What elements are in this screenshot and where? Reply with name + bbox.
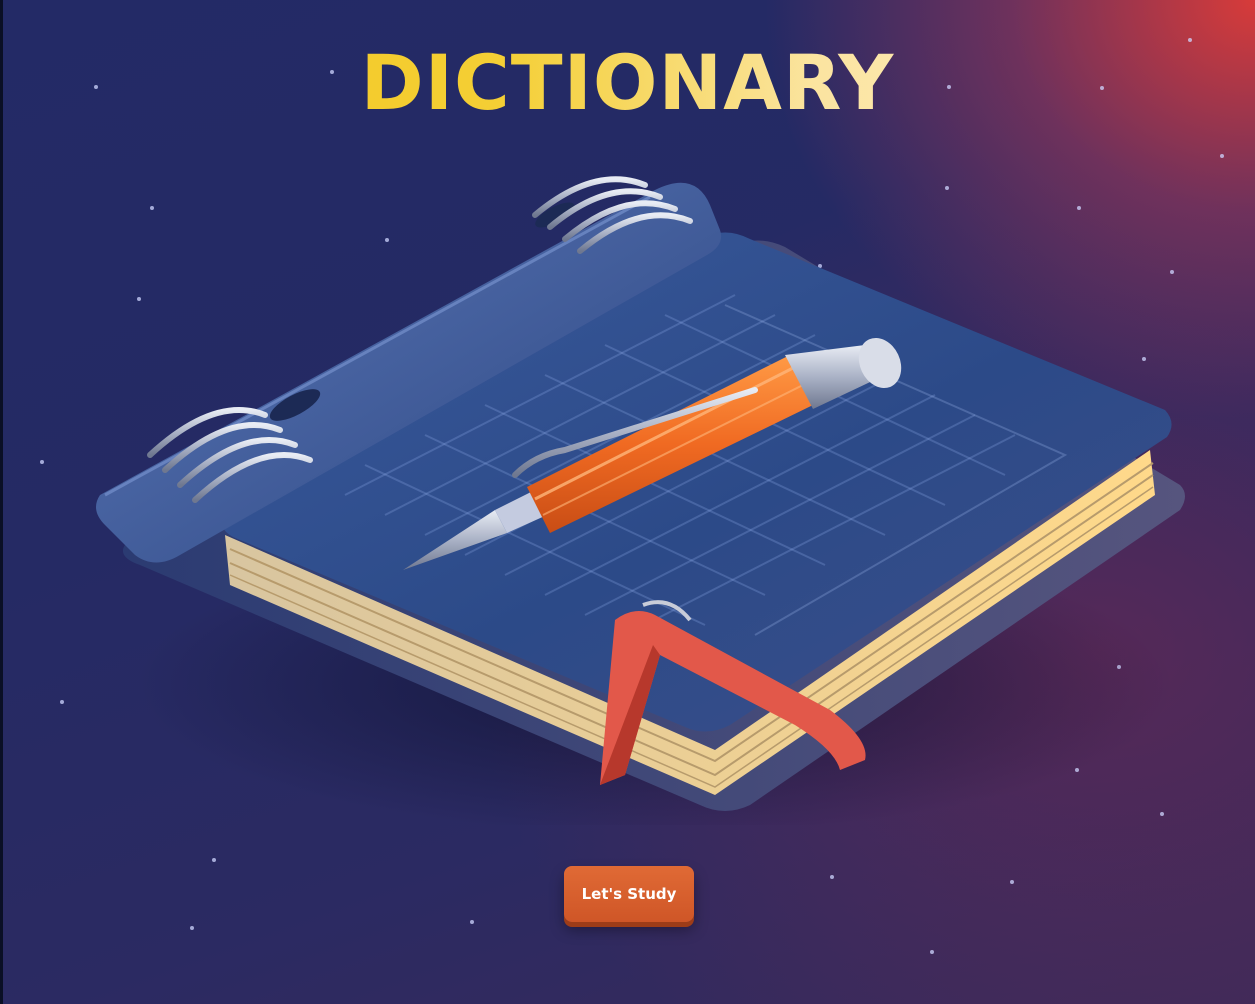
page-title: DICTIONARY — [0, 38, 1255, 127]
star — [830, 875, 834, 879]
star — [212, 858, 216, 862]
window-edge — [0, 0, 3, 1004]
star — [1010, 880, 1014, 884]
star — [60, 700, 64, 704]
app-screen: DICTIONARY Let's Study — [0, 0, 1255, 1004]
notebook-with-pencil-icon — [96, 176, 1185, 825]
lets-study-button[interactable]: Let's Study — [564, 866, 694, 922]
star — [1220, 154, 1224, 158]
star — [40, 460, 44, 464]
star — [930, 950, 934, 954]
star — [190, 926, 194, 930]
star — [470, 920, 474, 924]
